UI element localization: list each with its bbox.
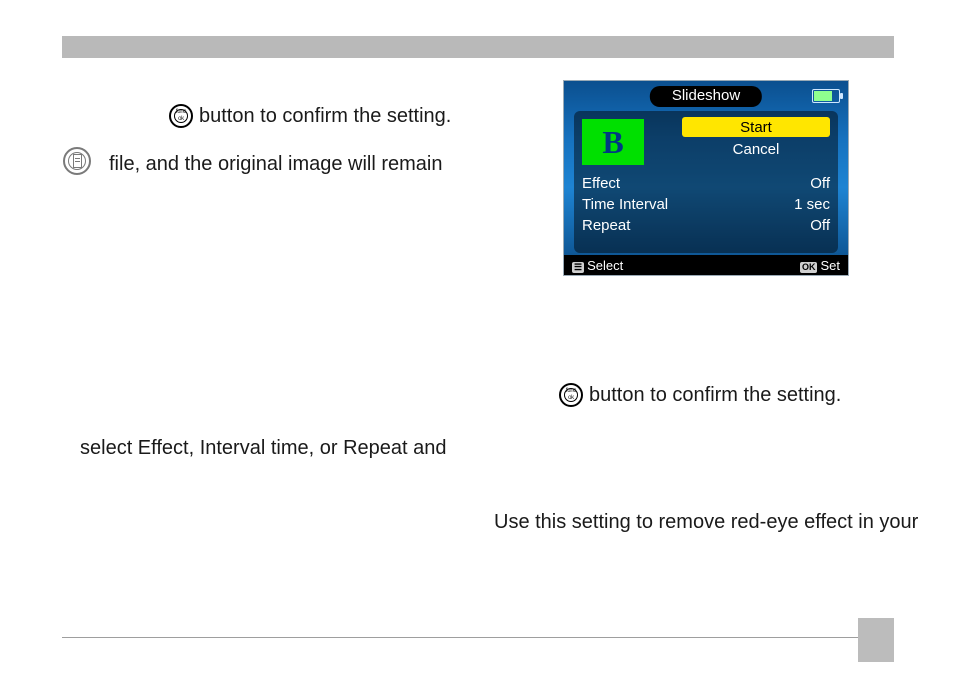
note-doc-icon: [73, 154, 82, 168]
red-eye-text: Use this setting to remove red-eye effec…: [494, 510, 918, 534]
lcd-setting-label: Time Interval: [582, 194, 668, 215]
func-label-bottom: ok: [568, 395, 574, 401]
lcd-footer-right: OKSet: [800, 258, 840, 273]
func-label-bottom: ok: [178, 116, 184, 122]
lcd-footer-left-label: Select: [587, 258, 623, 273]
lcd-setting-label: Effect: [582, 173, 620, 194]
lcd-footer-right-label: Set: [820, 258, 840, 273]
footer-rule: [62, 637, 892, 638]
camera-lcd-preview: Slideshow B Start Cancel Effect Off Time…: [563, 80, 849, 276]
lcd-settings-list: Effect Off Time Interval 1 sec Repeat Of…: [582, 173, 830, 236]
battery-icon: [812, 89, 840, 103]
func-label-top: func: [566, 388, 576, 394]
page-number-tab: [858, 618, 894, 662]
lcd-title: Slideshow: [650, 86, 762, 107]
menu-key-icon: ☰: [572, 262, 584, 273]
lcd-setting-row[interactable]: Effect Off: [582, 173, 830, 194]
note-text: file, and the original image will remain: [109, 152, 443, 176]
instruction-text-1: func ok button to confirm the setting.: [169, 104, 451, 128]
instruction-text-3: select Effect, Interval time, or Repeat …: [80, 436, 446, 460]
lcd-menu-start[interactable]: Start: [682, 117, 830, 137]
instruction-text-4: func ok button to confirm the setting.: [559, 383, 841, 407]
func-label-top: func: [176, 109, 186, 115]
lcd-preview-thumb: B: [582, 119, 644, 165]
lcd-footer-left: ☰Select: [572, 258, 623, 273]
lcd-setting-value: Off: [810, 173, 830, 194]
func-ok-button-icon: func ok: [559, 383, 583, 407]
lcd-setting-row[interactable]: Repeat Off: [582, 215, 830, 236]
instruction-text-1-content: button to confirm the setting.: [199, 105, 451, 127]
ok-key-icon: OK: [800, 262, 818, 273]
lcd-menu-cancel[interactable]: Cancel: [682, 139, 830, 159]
lcd-setting-row[interactable]: Time Interval 1 sec: [582, 194, 830, 215]
instruction-text-4-content: button to confirm the setting.: [589, 384, 841, 406]
lcd-setting-value: 1 sec: [794, 194, 830, 215]
lcd-footer: ☰Select OKSet: [564, 255, 848, 275]
lcd-setting-value: Off: [810, 215, 830, 236]
func-ok-button-icon: func ok: [169, 104, 193, 128]
header-bar: [62, 36, 894, 58]
note-icon: [63, 147, 91, 175]
manual-page: func ok button to confirm the setting. f…: [0, 0, 954, 694]
lcd-setting-label: Repeat: [582, 215, 630, 236]
